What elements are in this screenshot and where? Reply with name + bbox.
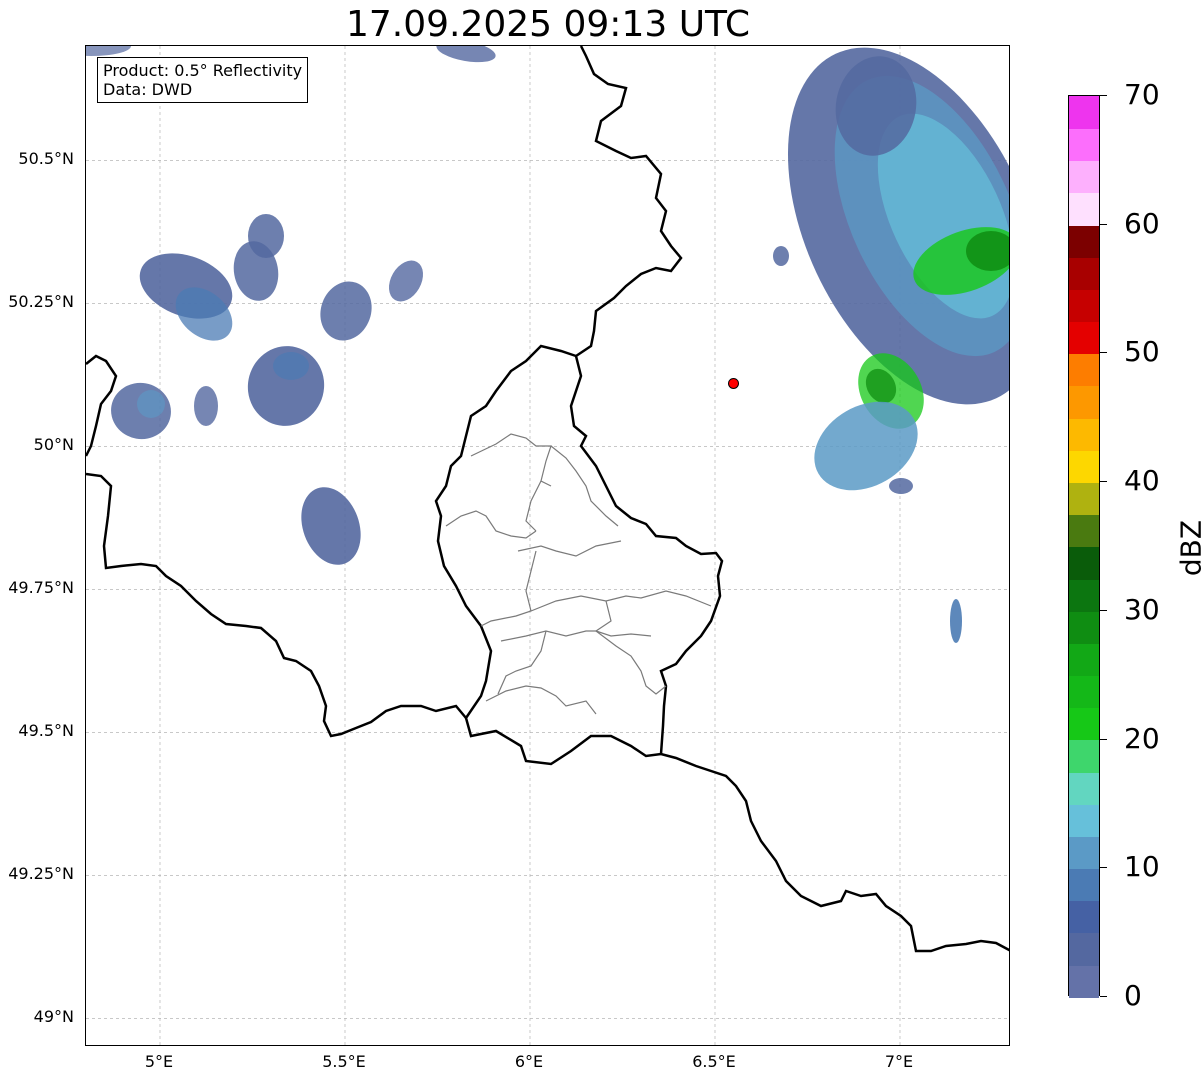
colorbar-segment <box>1069 771 1099 805</box>
echo-cell <box>950 599 962 643</box>
lon-tick-label: 7°E <box>884 1052 914 1071</box>
colorbar-tick-mark <box>1100 223 1107 225</box>
lon-tick-label: 6.5°E <box>692 1052 736 1071</box>
colorbar-segment <box>1069 610 1099 644</box>
colorbar-segment <box>1069 836 1099 870</box>
colorbar-segment <box>1069 643 1099 677</box>
colorbar-tick-label: 60 <box>1124 206 1160 240</box>
colorbar-tick-mark <box>1100 352 1107 354</box>
reflectivity-echoes <box>86 46 1009 643</box>
colorbar-label: dBZ <box>1174 519 1202 577</box>
colorbar-tick-label: 10 <box>1124 850 1160 884</box>
colorbar-segment <box>1069 900 1099 934</box>
colorbar-segment <box>1069 353 1099 387</box>
map-title: 17.09.2025 09:13 UTC <box>345 4 751 45</box>
echo-cell <box>86 46 131 56</box>
colorbar-tick-label: 70 <box>1124 78 1160 111</box>
colorbar-segment <box>1069 514 1099 548</box>
echo-cell <box>889 478 913 494</box>
echo-cell <box>194 386 218 426</box>
lat-tick-label: 49.5°N <box>18 721 74 741</box>
lat-tick-label: 50.5°N <box>18 149 74 169</box>
colorbar-segment <box>1069 803 1099 837</box>
colorbar-segment <box>1069 675 1099 709</box>
echo-cell <box>248 214 284 258</box>
colorbar-segment <box>1069 417 1099 451</box>
product-label: Product: 0.5° Reflectivity <box>103 61 303 80</box>
lat-tick-label: 50.25°N <box>8 292 74 312</box>
colorbar-segment <box>1069 707 1099 741</box>
colorbar-segment <box>1069 546 1099 580</box>
border-line-belgium-france <box>86 472 467 738</box>
border-line-germany <box>569 46 724 755</box>
colorbar-segment <box>1069 964 1099 998</box>
echo-cell <box>388 260 424 302</box>
luxembourg-cantons-borders <box>445 433 712 715</box>
echo-cell <box>273 352 309 380</box>
echo-cell <box>320 281 372 341</box>
lat-tick-label: 49°N <box>33 1007 74 1027</box>
colorbar-tick-label: 20 <box>1124 721 1160 755</box>
colorbar-segment <box>1069 192 1099 226</box>
lon-tick-label: 5.5°E <box>322 1052 366 1071</box>
colorbar-segment <box>1069 321 1099 355</box>
lat-tick-label: 49.25°N <box>8 864 74 884</box>
lon-tick-label: 5°E <box>144 1052 174 1071</box>
radar-site-marker <box>728 377 739 389</box>
colorbar-tick-mark <box>1100 996 1107 997</box>
data-source-label: Data: DWD <box>103 80 193 99</box>
colorbar-tick-label: 30 <box>1124 592 1160 626</box>
colorbar-segment <box>1069 868 1099 902</box>
colorbar-segment <box>1069 160 1099 194</box>
colorbar-tick-label: 50 <box>1124 335 1160 369</box>
colorbar-segment <box>1069 449 1099 483</box>
colorbar-tick-mark <box>1100 609 1107 611</box>
lat-tick-label: 50°N <box>33 435 74 455</box>
colorbar-segment <box>1069 96 1099 129</box>
colorbar-tick-mark <box>1100 95 1107 96</box>
lat-tick-label: 49.75°N <box>8 578 74 598</box>
lon-tick-label: 6°E <box>514 1052 544 1071</box>
echo-cell <box>301 487 361 565</box>
colorbar-segment <box>1069 128 1099 162</box>
colorbar-segment <box>1069 578 1099 612</box>
radar-map-canvas <box>86 46 1009 1045</box>
product-info-box: Product: 0.5° Reflectivity Data: DWD <box>97 57 309 103</box>
colorbar-segment <box>1069 256 1099 290</box>
colorbar-tick-label: 40 <box>1124 464 1160 498</box>
echo-cell <box>137 390 165 418</box>
colorbar-segment <box>1069 224 1099 258</box>
colorbar-segment <box>1069 932 1099 966</box>
colorbar-segment <box>1069 385 1099 419</box>
radar-map[interactable] <box>85 45 1010 1046</box>
colorbar-tick-mark <box>1100 867 1107 869</box>
colorbar-segment <box>1069 482 1099 516</box>
echo-cell <box>773 246 789 266</box>
colorbar-segment <box>1069 739 1099 773</box>
colorbar-segment <box>1069 289 1099 323</box>
colorbar-tick-label: 0 <box>1124 979 1142 1012</box>
echo-cell <box>247 346 325 426</box>
colorbar-tick-mark <box>1100 738 1107 740</box>
dbz-colorbar <box>1068 95 1100 998</box>
echo-cell <box>436 46 496 63</box>
colorbar-tick-mark <box>1100 481 1107 483</box>
